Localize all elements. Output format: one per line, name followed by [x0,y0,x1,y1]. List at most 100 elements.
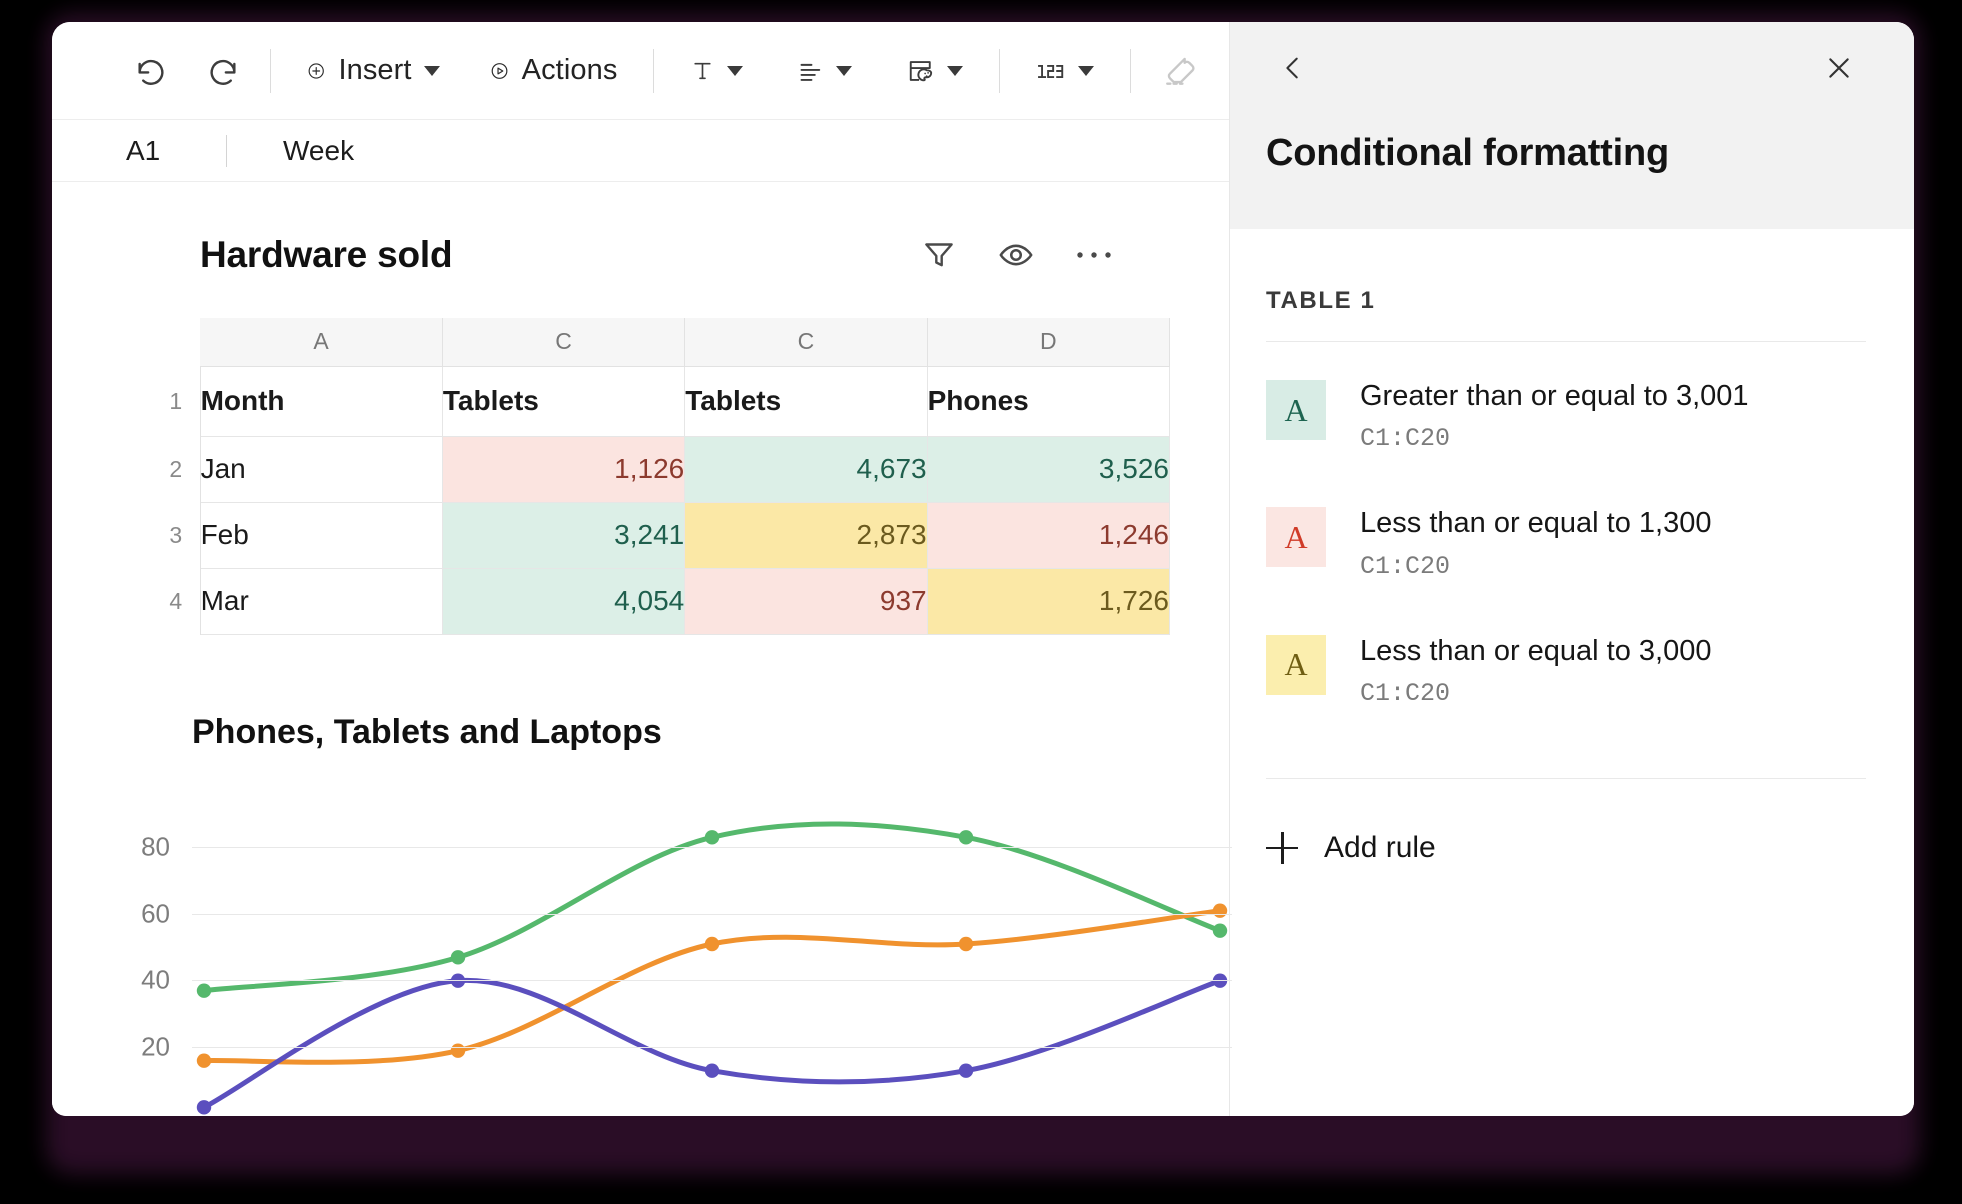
toolbar-divider-2 [653,48,655,93]
data-cell[interactable]: 937 [684,568,928,635]
data-cell[interactable]: 3,526 [927,436,1171,503]
cell-fill-button[interactable] [890,44,979,98]
chart-block[interactable]: Phones, Tablets and Laptops 20 40 60 80 [52,713,1232,1115]
text-format-icon [694,62,712,79]
hide-button[interactable] [997,236,1035,274]
text-format-button[interactable] [674,44,759,98]
chart-data-point[interactable] [704,936,720,951]
chart-gridline [192,980,1232,982]
filter-icon [925,243,953,267]
data-cell[interactable]: 1,726 [927,568,1171,635]
add-rule-label: Add rule [1324,830,1436,864]
data-cell[interactable]: 3,241 [442,502,686,569]
column-header-a[interactable]: A [200,318,443,367]
panel-body: TABLE 1 A Greater than or equal to 3,001… [1230,229,1914,865]
rule-title: Less than or equal to 1,300 [1360,507,1712,540]
column-header-d[interactable]: D [927,318,1171,367]
data-cell[interactable]: Feb [200,502,443,569]
rule-list: A Greater than or equal to 3,001 C1:C20 … [1266,342,1866,734]
actions-label: Actions [521,54,618,86]
chevron-down-icon [727,65,744,76]
toolbar: Insert Actions [52,22,1229,120]
cell-reference[interactable]: A1 [126,135,218,167]
play-circle-icon [491,62,508,79]
header-cell-tablets-1[interactable]: Tablets [442,366,686,437]
more-options-button[interactable] [1075,248,1113,262]
chart-data-point[interactable] [1212,922,1228,938]
data-cell[interactable]: Mar [200,568,443,635]
panel-back-button[interactable] [1266,41,1320,95]
number-format-button[interactable] [1020,44,1110,98]
app-window: Insert Actions A1 Week Hardware sold A C… [52,22,1914,1116]
chart-data-point[interactable] [704,1062,720,1078]
number-format-icon [1037,64,1063,78]
filter-button[interactable] [921,237,957,273]
chart-data-point[interactable] [958,829,974,845]
rule-item[interactable]: A Greater than or equal to 3,001 C1:C20 [1266,352,1866,479]
redo-button[interactable] [196,44,250,98]
toolbar-divider-1 [270,48,271,93]
data-cell[interactable]: 4,673 [684,436,928,503]
chart-data-point[interactable] [196,1052,212,1068]
chart-data-point[interactable] [958,936,974,951]
insert-button[interactable]: Insert [291,44,456,98]
chart-gridline [192,846,1232,848]
chevron-down-icon [836,65,853,76]
row-header-4[interactable]: 4 [152,568,201,634]
redo-icon [210,59,236,85]
rule-range: C1:C20 [1360,551,1451,581]
chart-data-point[interactable] [958,1062,974,1078]
plus-icon [1266,831,1298,864]
panel-close-button[interactable] [1812,41,1866,95]
toolbar-divider-4 [1129,48,1131,93]
grid-corner[interactable] [152,318,201,366]
chart-series-line [204,980,1220,1107]
chart-data-point[interactable] [704,829,720,845]
rule-color-swatch: A [1266,507,1326,568]
spreadsheet-grid[interactable]: A C C D 1 Month Tablets Tablets Phones 2… [152,318,1171,635]
rule-title: Greater than or equal to 3,001 [1360,380,1749,412]
clear-formatting-button[interactable] [1151,44,1205,98]
row-header-3[interactable]: 3 [152,502,201,568]
column-header-c[interactable]: C [684,318,928,367]
data-cell[interactable]: 1,246 [927,502,1171,569]
chart-gridline [192,1046,1232,1048]
chart-data-point[interactable] [196,1099,212,1115]
data-cell[interactable]: 4,054 [442,568,686,635]
chevron-down-icon [423,65,440,76]
panel-toolbar [1230,22,1914,114]
y-axis-tick-label: 80 [141,831,170,862]
chart-data-point[interactable] [450,949,466,965]
header-cell-phones[interactable]: Phones [927,366,1171,437]
data-cell[interactable]: 1,126 [442,436,686,503]
rule-range: C1:C20 [1360,424,1451,454]
eraser-icon [1166,57,1195,85]
more-options-icon [1077,252,1111,258]
data-cell[interactable]: Jan [200,436,443,503]
undo-button[interactable] [124,44,178,98]
table-row: 4 Mar 4,054 937 1,726 [152,568,1171,635]
close-icon [1829,58,1849,78]
chart-data-point[interactable] [1212,902,1228,918]
chart-plot-area: 20 40 60 80 [141,814,1232,1115]
chart-data-point[interactable] [196,982,212,998]
header-cell-month[interactable]: Month [200,366,443,437]
chart-gridline [192,913,1232,915]
add-rule-button[interactable]: Add rule [1266,779,1436,865]
data-cell[interactable]: 2,873 [684,502,928,569]
y-axis-tick-label: 20 [141,1031,170,1062]
rule-item[interactable]: A Less than or equal to 1,300 C1:C20 [1266,479,1866,606]
header-cell-tablets-2[interactable]: Tablets [684,366,928,437]
column-header-b[interactable]: C [442,318,686,367]
data-table: A C C D 1 Month Tablets Tablets Phones 2… [152,318,1171,635]
actions-button[interactable]: Actions [474,44,634,98]
formula-input[interactable]: Week [283,135,354,167]
align-button[interactable] [781,44,868,98]
conditional-formatting-panel: Conditional formatting TABLE 1 A Greater… [1230,22,1914,1116]
rule-item[interactable]: A Less than or equal to 3,000 C1:C20 [1266,607,1866,734]
sheet-canvas: Hardware sold A C C D 1 Month Tablets Ta… [52,182,1232,1115]
rule-title: Less than or equal to 3,000 [1360,634,1712,667]
row-header-2[interactable]: 2 [152,436,201,502]
chart-data-point[interactable] [450,1042,466,1058]
row-header-1[interactable]: 1 [152,366,201,436]
